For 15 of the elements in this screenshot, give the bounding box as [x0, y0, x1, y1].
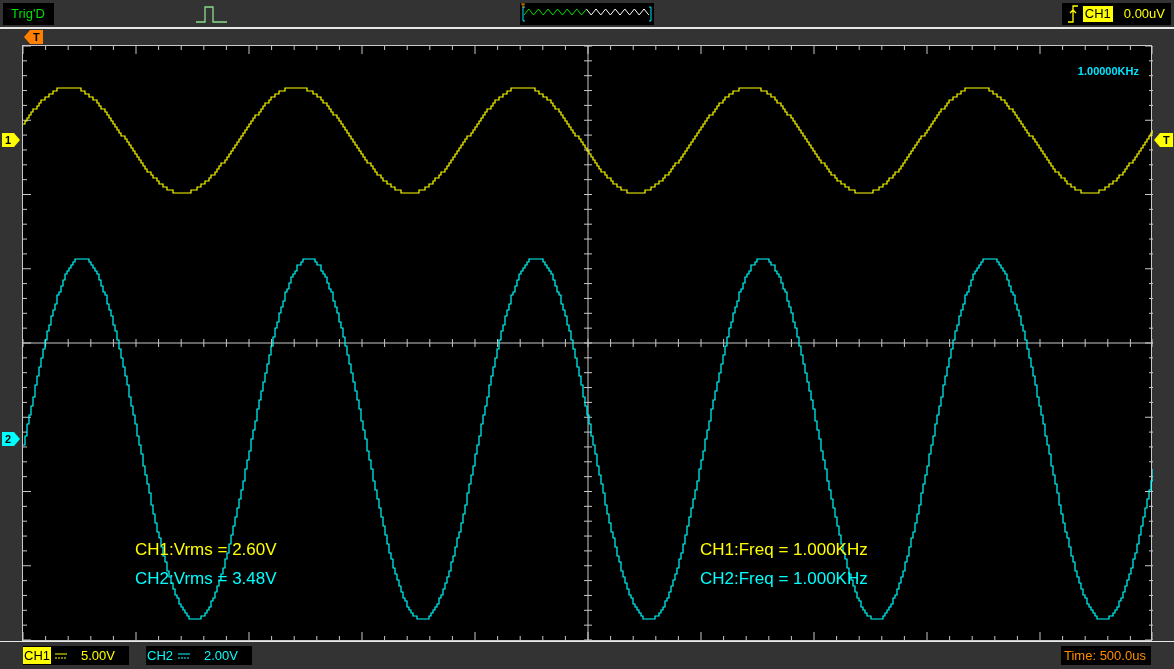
- channel-scale[interactable]: CH2 2.00V: [146, 646, 252, 665]
- volts-per-division: 2.00V: [204, 646, 238, 665]
- channel-name: CH1: [23, 647, 51, 664]
- pulse-icon: [196, 3, 228, 24]
- trigger-source[interactable]: CH1: [1082, 5, 1113, 22]
- rising-edge-icon: [1067, 4, 1078, 23]
- channel-name: CH2: [146, 647, 174, 664]
- dc-coupling-icon: [178, 651, 190, 660]
- trigger-status: Trig'D: [3, 2, 54, 25]
- volts-per-division: 5.00V: [81, 646, 115, 665]
- dc-coupling-icon: [55, 651, 67, 660]
- channel-scale[interactable]: CH1 5.00V: [23, 646, 129, 665]
- frequency-readout: 1.00000KHz: [1077, 64, 1139, 79]
- timebase-readout: Time: 500.0us: [1061, 646, 1151, 665]
- trigger-level: 0.00uV: [1123, 4, 1165, 23]
